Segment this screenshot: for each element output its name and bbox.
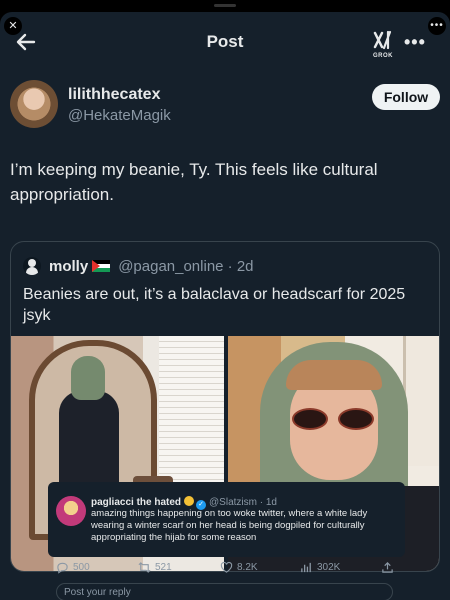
more-options-icon[interactable]: ••• <box>404 32 426 53</box>
window-grip[interactable] <box>214 4 236 7</box>
repost-button[interactable]: 521 <box>138 558 172 576</box>
repost-count: 521 <box>155 561 172 573</box>
post-text: I’m keeping my beanie, Ty. This feels li… <box>10 160 378 204</box>
quoted-handle-time: @pagan_online · 2d <box>118 257 254 275</box>
quoted-post-text: Beanies are out, it’s a balaclava or hea… <box>23 286 406 324</box>
quoted-display-name[interactable]: molly <box>49 258 88 275</box>
views-count: 302K <box>317 561 341 573</box>
like-button[interactable]: 8.2K <box>220 558 258 576</box>
overlay-avatar[interactable] <box>56 496 86 526</box>
action-bar: 500 521 8.2K 302K <box>56 558 396 576</box>
sunglasses-right-lens <box>338 408 374 430</box>
views-chart-icon <box>301 562 311 572</box>
views-button[interactable]: 302K <box>300 558 340 576</box>
quoted-post-header: molly @pagan_online · 2d <box>23 256 254 276</box>
overlay-display-name[interactable]: pagliacci the hated <box>91 497 181 508</box>
reply-icon <box>57 562 68 574</box>
reply-input[interactable] <box>56 583 393 600</box>
grok-label: GROK <box>373 53 393 59</box>
reply-count: 500 <box>73 561 90 573</box>
post-author: lilithhecatex @HekateMagik Follow <box>10 80 440 140</box>
follow-button[interactable]: Follow <box>372 84 440 110</box>
overlay-handle-time: @Slatzism · 1d <box>209 497 277 508</box>
overlay-post-text: amazing things happening on too woke twi… <box>91 508 368 543</box>
door <box>403 336 439 466</box>
quoted-avatar[interactable] <box>23 257 41 275</box>
grok-button[interactable]: GROK <box>370 30 396 60</box>
grok-icon <box>373 30 392 50</box>
window-blinds <box>159 336 224 486</box>
display-name[interactable]: lilithhecatex <box>68 86 160 104</box>
hair <box>286 360 382 390</box>
like-count: 8.2K <box>237 561 258 573</box>
header: Post GROK ••• <box>0 26 450 60</box>
avatar[interactable] <box>10 80 58 128</box>
window-top-bar <box>0 0 450 12</box>
post-screen: ✕ ••• Post GROK ••• lilithhecatex @Hekat… <box>0 12 450 600</box>
user-handle[interactable]: @HekateMagik <box>68 107 171 124</box>
person-headscarf <box>71 356 105 400</box>
sunglasses-left-lens <box>292 408 328 430</box>
share-button[interactable] <box>381 558 398 576</box>
emoji-icon <box>184 496 195 506</box>
flag-icon <box>92 260 111 272</box>
repost-icon <box>138 561 151 573</box>
overlay-post[interactable]: pagliacci the hated ✓ @Slatzism · 1d amazi… <box>48 482 405 557</box>
reply-button[interactable]: 500 <box>56 558 90 576</box>
heart-icon <box>220 561 233 573</box>
share-icon <box>382 561 393 573</box>
